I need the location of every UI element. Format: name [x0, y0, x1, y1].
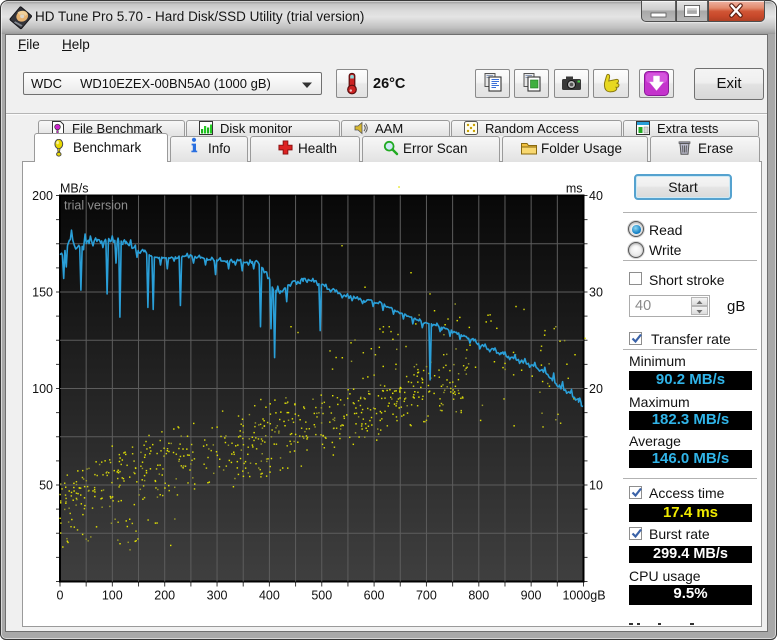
svg-text:50: 50: [39, 479, 53, 493]
svg-text:trial version: trial version: [64, 199, 128, 213]
svg-text:20: 20: [589, 382, 603, 396]
svg-text:600: 600: [364, 589, 385, 603]
svg-text:150: 150: [32, 286, 53, 300]
svg-text:800: 800: [468, 589, 489, 603]
svg-text:ms: ms: [566, 182, 583, 196]
svg-text:900: 900: [521, 589, 542, 603]
svg-text:MB/s: MB/s: [60, 182, 88, 196]
svg-text:500: 500: [311, 589, 332, 603]
svg-text:700: 700: [416, 589, 437, 603]
svg-text:400: 400: [259, 589, 280, 603]
svg-text:10: 10: [589, 479, 603, 493]
svg-text:100: 100: [102, 589, 123, 603]
svg-text:200: 200: [32, 189, 53, 203]
svg-text:1000gB: 1000gB: [562, 589, 605, 603]
svg-text:30: 30: [589, 286, 603, 300]
svg-text:200: 200: [154, 589, 175, 603]
svg-text:100: 100: [32, 382, 53, 396]
svg-text:40: 40: [589, 189, 603, 203]
svg-text:0: 0: [57, 589, 64, 603]
svg-text:300: 300: [207, 589, 228, 603]
